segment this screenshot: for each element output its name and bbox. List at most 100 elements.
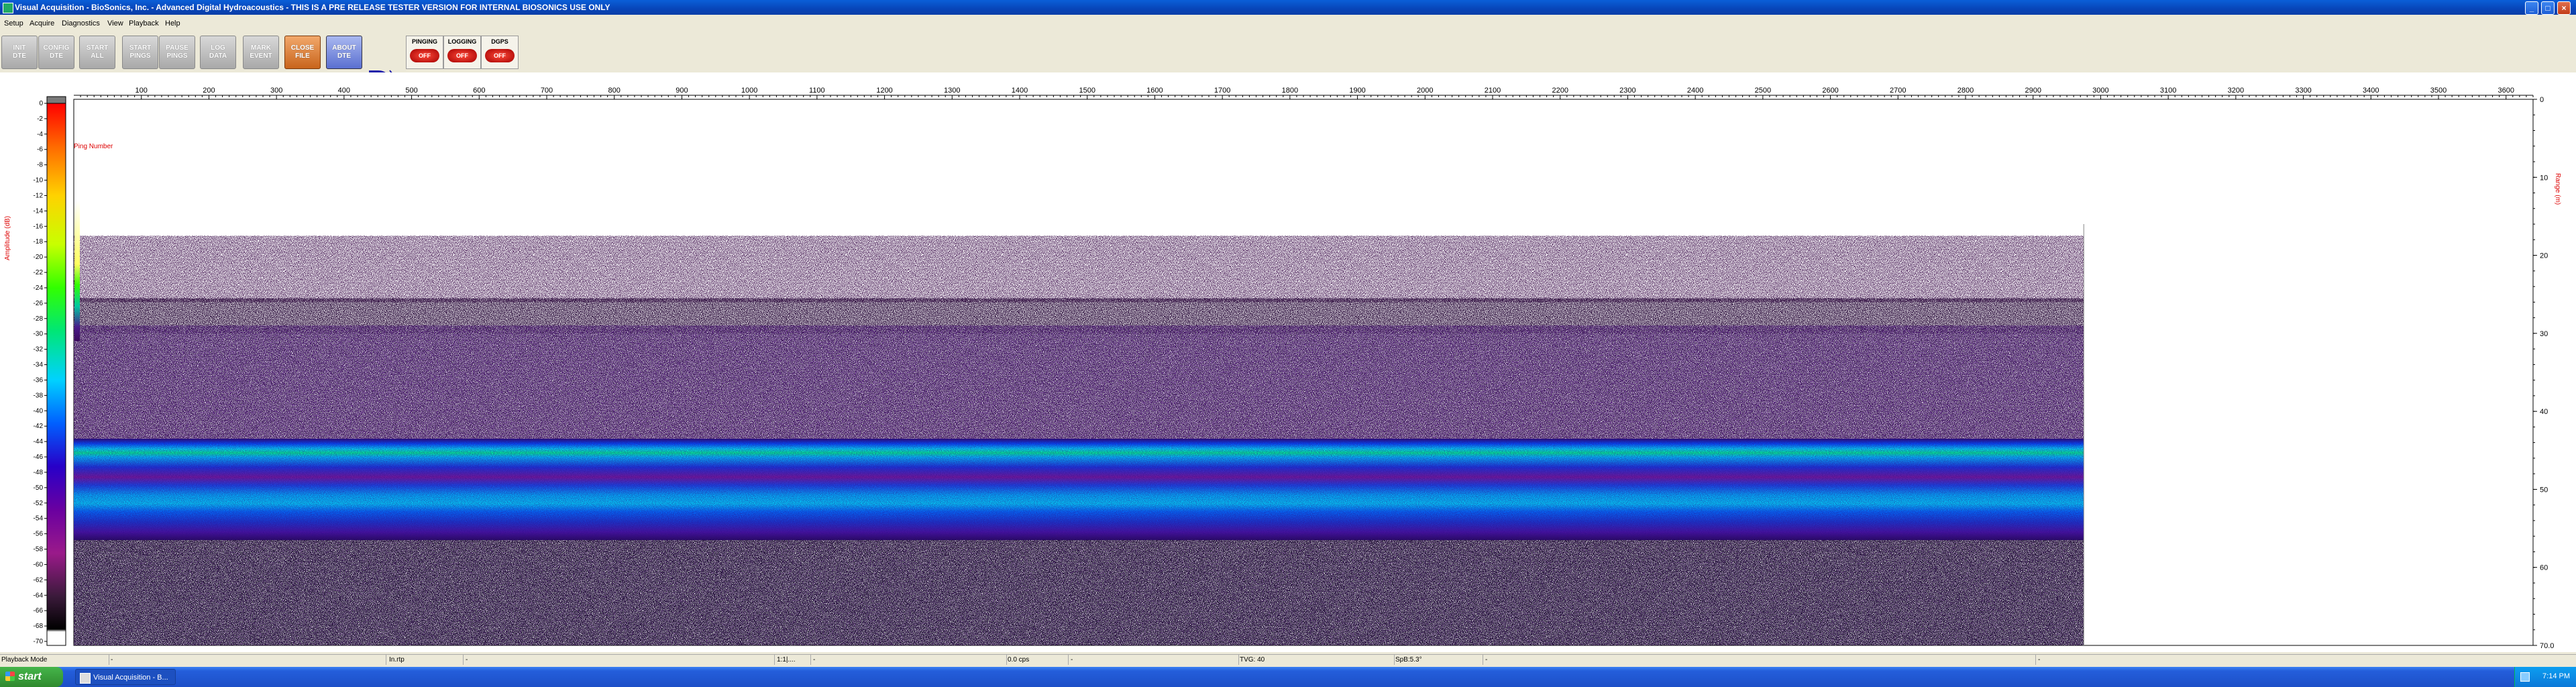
dgps-indicator: DGPS OFF <box>481 36 519 69</box>
ping-tick-label: 2500 <box>1755 87 1771 95</box>
status-file: In.rtp <box>388 655 464 665</box>
colorbar-tick-label: -66 <box>34 607 44 615</box>
menu-playback[interactable]: Playback <box>129 19 159 28</box>
ping-tick-label: 2900 <box>2025 87 2041 95</box>
menu-acquire[interactable]: Acquire <box>30 19 54 28</box>
colorbar-tick-label: -8 <box>37 162 43 169</box>
menu-help[interactable]: Help <box>165 19 180 28</box>
ping-tick-label: 1800 <box>1282 87 1298 95</box>
colorbar-tick-label: -16 <box>34 223 44 230</box>
depth-tick-label: 30 <box>2540 330 2548 338</box>
lower-noise-dark <box>74 540 2084 645</box>
colorbar-tick-label: -24 <box>34 284 44 292</box>
ping-tick-label: 1500 <box>1079 87 1095 95</box>
ping-tick-label: 3600 <box>2498 87 2514 95</box>
status-mode: Playback Mode <box>0 655 109 665</box>
surface-speckle <box>74 235 2084 303</box>
depth-tick-label: 60 <box>2540 564 2548 572</box>
ping-tick-label: 3400 <box>2363 87 2379 95</box>
init-dte-button[interactable]: INIT DTE <box>1 36 38 69</box>
colorbar-tick-label: -10 <box>34 177 44 184</box>
tray-clock: 7:14 PM <box>2542 672 2570 680</box>
menu-setup[interactable]: Setup <box>4 19 23 28</box>
ping-tick-label: 100 <box>136 87 148 95</box>
colorbar-tick-label: -40 <box>34 407 44 415</box>
pinging-status: OFF <box>410 49 439 62</box>
ping-tick-label: 2600 <box>1822 87 1838 95</box>
colorbar-tick-label: -48 <box>34 469 44 476</box>
colorbar-tick-label: -60 <box>34 561 44 568</box>
ping-tick-label: 1700 <box>1214 87 1230 95</box>
close-file-button[interactable]: CLOSE FILE <box>284 36 321 69</box>
ping-tick-label: 2700 <box>1890 87 1906 95</box>
start-button[interactable]: start <box>0 667 63 687</box>
colorbar-tick-label: -34 <box>34 362 44 369</box>
maximize-button[interactable]: □ <box>2541 1 2555 15</box>
colorbar-tick-label: -56 <box>34 531 44 538</box>
colorbar-tick-label: -26 <box>34 300 44 307</box>
depth-tick-label: 0 <box>2540 96 2544 104</box>
ping-axis-title: Ping Number <box>74 143 113 150</box>
colorbar-tick-label: -38 <box>34 392 44 399</box>
ping-tick-label: 3100 <box>2160 87 2176 95</box>
app-window-icon <box>80 673 91 684</box>
start-pings-button[interactable]: START PINGS <box>122 36 158 69</box>
status-cell-1: - <box>109 655 386 665</box>
near-field-column <box>74 201 80 341</box>
colorbar-tick-label: -22 <box>34 269 44 276</box>
window-title: Visual Acquisition - BioSonics, Inc. - A… <box>15 3 610 12</box>
status-cell-3: - <box>464 655 775 665</box>
taskbar-item-visual-acquisition[interactable]: Visual Acquisition - B... <box>75 669 176 685</box>
dgps-status: OFF <box>485 49 515 62</box>
colorbar-tick-label: -50 <box>34 484 44 492</box>
pause-pings-button[interactable]: PAUSE PINGS <box>159 36 195 69</box>
ping-tick-label: 2200 <box>1552 87 1568 95</box>
colorbar-tick-label: -18 <box>34 238 44 246</box>
colorbar-tick-label: 0 <box>39 100 43 107</box>
tray-app-icon[interactable] <box>2520 672 2530 682</box>
echogram[interactable]: 0 -2 -4 -6 -8 -10 -12 -14 -16 -18 -20 -22 -24 -26 -28 -… <box>0 72 2576 652</box>
close-button[interactable]: × <box>2557 1 2571 15</box>
colorbar-tick-label: -12 <box>34 192 44 199</box>
start-all-button[interactable]: START ALL <box>79 36 115 69</box>
system-tray: 7:14 PM <box>2514 667 2576 687</box>
colorbar-title: Amplitude (dB) <box>4 215 11 260</box>
config-dte-button[interactable]: CONFIG DTE <box>38 36 74 69</box>
depth-axis-title: Range (m) <box>2554 173 2561 205</box>
ping-tick-label: 800 <box>608 87 621 95</box>
taskbar: start Visual Acquisition - B... 7:14 PM <box>0 667 2576 687</box>
menu-diagnostics[interactable]: Diagnostics <box>62 19 100 28</box>
ping-tick-label: 400 <box>338 87 350 95</box>
colorbar-tick-label: -58 <box>34 546 44 553</box>
menu-view[interactable]: View <box>107 19 123 28</box>
depth-tick-label: 50 <box>2540 486 2548 494</box>
depth-tick-label: 10 <box>2540 174 2548 182</box>
ping-tick-label: 1400 <box>1012 87 1028 95</box>
depth-tick-label: 70.0 <box>2540 642 2554 650</box>
window-titlebar: Visual Acquisition - BioSonics, Inc. - A… <box>0 0 2576 15</box>
colorbar-tick-label: -28 <box>34 315 44 323</box>
ping-tick-label: 600 <box>473 87 485 95</box>
echogram-panel[interactable]: 0 -2 -4 -6 -8 -10 -12 -14 -16 -18 -20 -22 -24 -26 -28 -… <box>0 72 2576 652</box>
scattering-layer-texture <box>74 438 2084 541</box>
ping-tick-label: 1200 <box>876 87 892 95</box>
mark-event-button[interactable]: MARK EVENT <box>243 36 279 69</box>
minimize-button[interactable]: _ <box>2525 1 2538 15</box>
colorbar-tick-label: -4 <box>37 131 43 138</box>
pinging-indicator: PINGING OFF <box>406 36 443 69</box>
status-cell-11: - <box>2038 656 2041 664</box>
colorbar-tick-label: -30 <box>34 331 44 338</box>
ping-tick-label: 3000 <box>2092 87 2108 95</box>
log-data-button[interactable]: LOG DATA <box>200 36 236 69</box>
ping-tick-label: 300 <box>270 87 282 95</box>
colorbar-tick-label: -52 <box>34 500 44 507</box>
ping-tick-label: 1100 <box>809 87 825 95</box>
about-dte-button[interactable]: ABOUT DTE <box>326 36 362 69</box>
logging-indicator: LOGGING OFF <box>443 36 481 69</box>
colorbar-tick-label: -14 <box>34 207 44 215</box>
ping-tick-label: 900 <box>676 87 688 95</box>
ping-tick-label: 200 <box>203 87 215 95</box>
colorbar-gradient <box>46 103 66 646</box>
status-cell-10: - <box>1484 655 2036 665</box>
colorbar-tick-label: -2 <box>37 115 43 123</box>
